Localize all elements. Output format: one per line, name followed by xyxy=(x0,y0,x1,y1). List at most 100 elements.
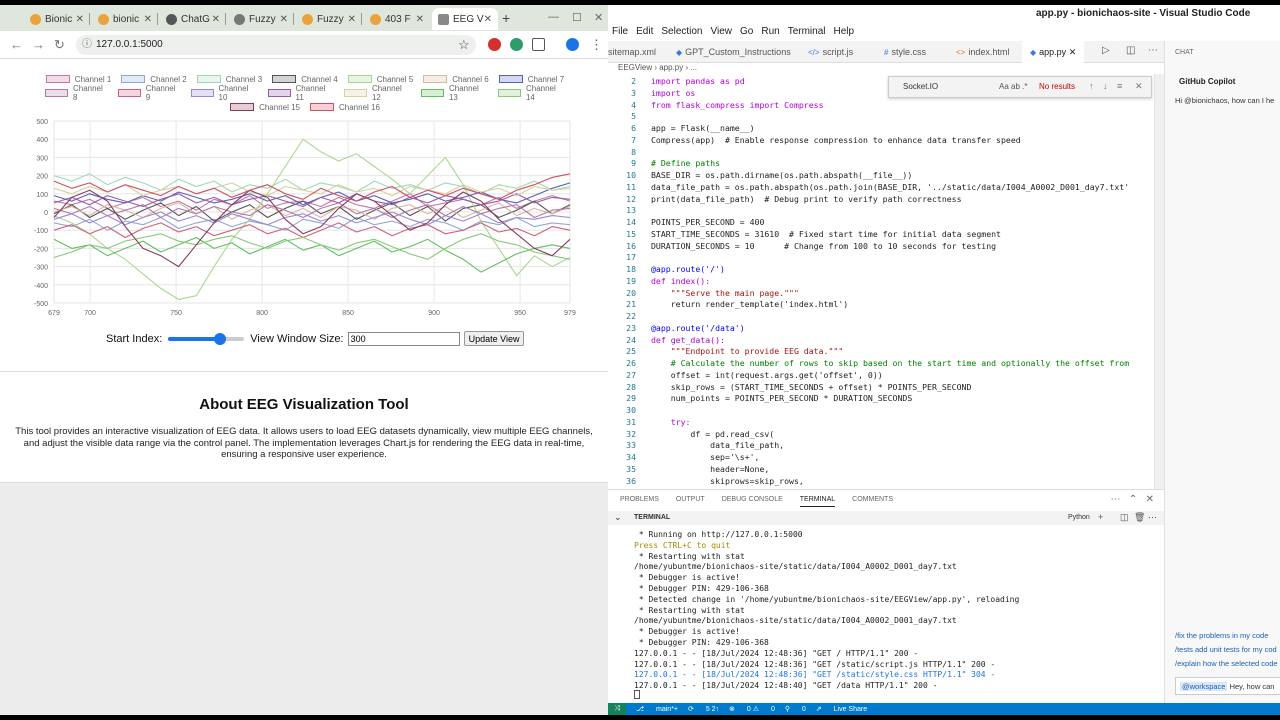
close-icon[interactable]: ✕ xyxy=(1135,81,1143,92)
kebab-menu-icon[interactable]: ⋮ xyxy=(590,37,603,53)
legend-item[interactable]: Channel 13 xyxy=(420,84,488,102)
maximize-icon[interactable]: ☐ xyxy=(572,11,582,24)
breadcrumb-file[interactable]: app.py xyxy=(659,63,683,72)
menu-edit[interactable]: Edit xyxy=(632,23,657,41)
browser-tab-4[interactable]: Fuzzy ✕ xyxy=(228,8,294,30)
bookmark-star-icon[interactable]: ☆ xyxy=(458,37,470,53)
menu-view[interactable]: View xyxy=(707,23,737,41)
editor-tab-script-js[interactable]: </> script.js xyxy=(808,41,853,63)
tab-terminal[interactable]: TERMINAL xyxy=(799,496,836,507)
close-icon[interactable]: ✕ xyxy=(144,14,152,25)
suggestion-fix[interactable]: /fix the problems in my code xyxy=(1175,631,1268,640)
slider-thumb[interactable] xyxy=(213,332,226,345)
browser-tab-active[interactable]: EEG V ✕ xyxy=(432,8,498,30)
extension-icon[interactable] xyxy=(488,38,501,51)
trash-icon[interactable]: 🗑 xyxy=(1134,512,1145,523)
suggestion-explain[interactable]: /explain how the selected code xyxy=(1175,659,1278,668)
next-match-icon[interactable]: ↓ xyxy=(1103,81,1108,91)
close-panel-icon[interactable]: ✕ xyxy=(1146,494,1154,505)
start-index-slider[interactable] xyxy=(168,332,245,346)
menu-go[interactable]: Go xyxy=(736,23,757,41)
more-actions-icon[interactable]: ⋯ xyxy=(1148,45,1158,56)
reload-icon[interactable]: ↻ xyxy=(54,37,65,53)
forward-icon[interactable]: → xyxy=(32,37,45,52)
breadcrumb-folder[interactable]: EEGView xyxy=(618,63,652,72)
new-tab-button[interactable]: + xyxy=(502,10,510,26)
chat-input[interactable]: @workspace Hey, how can xyxy=(1175,677,1280,695)
editor-tab-app-py[interactable]: ◆ app.py ✕ xyxy=(1022,41,1085,63)
browser-tab-2[interactable]: bionic ✕ xyxy=(92,8,158,30)
legend-item[interactable]: Channel 14 xyxy=(498,84,565,102)
split-terminal-icon[interactable]: ◫ xyxy=(1120,512,1129,523)
split-editor-icon[interactable]: ◫ xyxy=(1126,45,1135,56)
find-in-selection-icon[interactable]: ≡ xyxy=(1117,81,1122,91)
close-icon[interactable]: ✕ xyxy=(416,14,424,25)
run-icon[interactable]: ▷ xyxy=(1102,45,1110,56)
code-text: def get_data(): xyxy=(651,334,725,345)
legend-item[interactable]: Channel 12 xyxy=(343,84,411,102)
more-actions-icon[interactable]: ⋯ xyxy=(1111,494,1121,505)
editor-tab-sitemap[interactable]: sitemap.xml xyxy=(608,41,656,63)
close-icon[interactable]: ✕ xyxy=(76,14,84,25)
legend-item[interactable]: Channel 15 xyxy=(230,101,300,113)
editor-tab-style-css[interactable]: # style.css xyxy=(884,41,926,63)
window-size-input[interactable] xyxy=(347,331,460,346)
editor-tab-index-html[interactable]: <> index.html xyxy=(956,41,1009,63)
chevron-down-icon[interactable]: ⌄ xyxy=(614,512,622,523)
code-line: 35 header=None, xyxy=(608,463,769,475)
code-line: 33 data_file_path, xyxy=(608,439,784,451)
puzzle-icon[interactable] xyxy=(532,38,545,51)
terminal-shell[interactable]: Python xyxy=(1068,514,1090,521)
menu-terminal[interactable]: Terminal xyxy=(784,23,830,41)
browser-tab-5[interactable]: Fuzzy ✕ xyxy=(296,8,362,30)
close-icon[interactable]: ✕ xyxy=(280,14,288,25)
browser-tab-3[interactable]: ChatG ✕ xyxy=(160,8,226,30)
menu-selection[interactable]: Selection xyxy=(657,23,706,41)
update-view-button[interactable]: Update View xyxy=(463,331,525,346)
tab-comments[interactable]: COMMENTS xyxy=(852,496,893,507)
remote-icon[interactable]: ⤨ xyxy=(608,703,626,715)
editor-tab-gpt-instructions[interactable]: ◆ GPT_Custom_Instructions xyxy=(676,41,791,63)
find-input[interactable]: Socket.IO xyxy=(903,82,938,91)
new-terminal-icon[interactable]: + xyxy=(1098,512,1103,522)
branch-status[interactable]: ⎇ main*+ xyxy=(636,705,678,713)
close-icon[interactable]: ✕ xyxy=(1069,47,1077,57)
legend-item[interactable]: Channel 11 xyxy=(267,84,334,102)
legend-item[interactable]: Channel 9 xyxy=(117,84,181,102)
tab-output[interactable]: OUTPUT xyxy=(676,496,705,507)
address-bar[interactable]: ⓘ 127.0.0.1:5000 xyxy=(76,35,476,55)
more-actions-icon[interactable]: ⋯ xyxy=(1148,512,1157,523)
profile-avatar[interactable] xyxy=(566,38,579,51)
breadcrumb-symbol[interactable]: ... xyxy=(690,63,697,72)
previous-match-icon[interactable]: ↑ xyxy=(1089,81,1094,91)
legend-item[interactable]: Channel 10 xyxy=(190,84,258,102)
tab-debug-console[interactable]: DEBUG CONSOLE xyxy=(722,496,783,507)
close-icon[interactable]: ✕ xyxy=(348,14,356,25)
live-share-button[interactable]: ⇗ Live Share xyxy=(816,705,867,713)
minimize-icon[interactable]: — xyxy=(548,11,559,23)
legend-item[interactable]: Channel 8 xyxy=(44,84,108,102)
sync-status[interactable]: ⟳ 5 2↑ xyxy=(688,705,719,713)
legend-item[interactable]: Channel 16 xyxy=(310,101,380,113)
menu-help[interactable]: Help xyxy=(830,23,859,41)
back-icon[interactable]: ← xyxy=(10,37,23,52)
close-icon[interactable]: ✕ xyxy=(212,14,220,25)
menu-run[interactable]: Run xyxy=(757,23,783,41)
extension-icon[interactable] xyxy=(510,38,523,51)
legend-label: Channel 3 xyxy=(225,74,263,84)
browser-tab-1[interactable]: Bionic ✕ xyxy=(24,8,90,30)
browser-tab-6[interactable]: 403 F ✕ xyxy=(364,8,430,30)
ports-status[interactable]: ⚲ 0 xyxy=(785,705,806,713)
suggestion-tests[interactable]: /tests add unit tests for my cod xyxy=(1175,645,1277,654)
minimap[interactable] xyxy=(1154,74,1164,489)
close-window-icon[interactable]: ✕ xyxy=(594,11,603,24)
code-editor[interactable]: 2 import pandas as pd 3 import os 4 from flas… xyxy=(608,74,1154,489)
find-options[interactable]: Aa ab .* xyxy=(999,82,1027,91)
terminal-output[interactable]: * Running on http://127.0.0.1:5000 Press … xyxy=(634,530,1154,692)
maximize-panel-icon[interactable]: ⌃ xyxy=(1129,494,1137,505)
site-info-icon[interactable]: ⓘ xyxy=(82,35,92,55)
tab-problems[interactable]: PROBLEMS xyxy=(620,496,659,507)
problems-status[interactable]: ⊗ 0 ⚠ 0 xyxy=(729,705,775,713)
menu-file[interactable]: File xyxy=(608,23,632,41)
close-icon[interactable]: ✕ xyxy=(484,14,492,25)
